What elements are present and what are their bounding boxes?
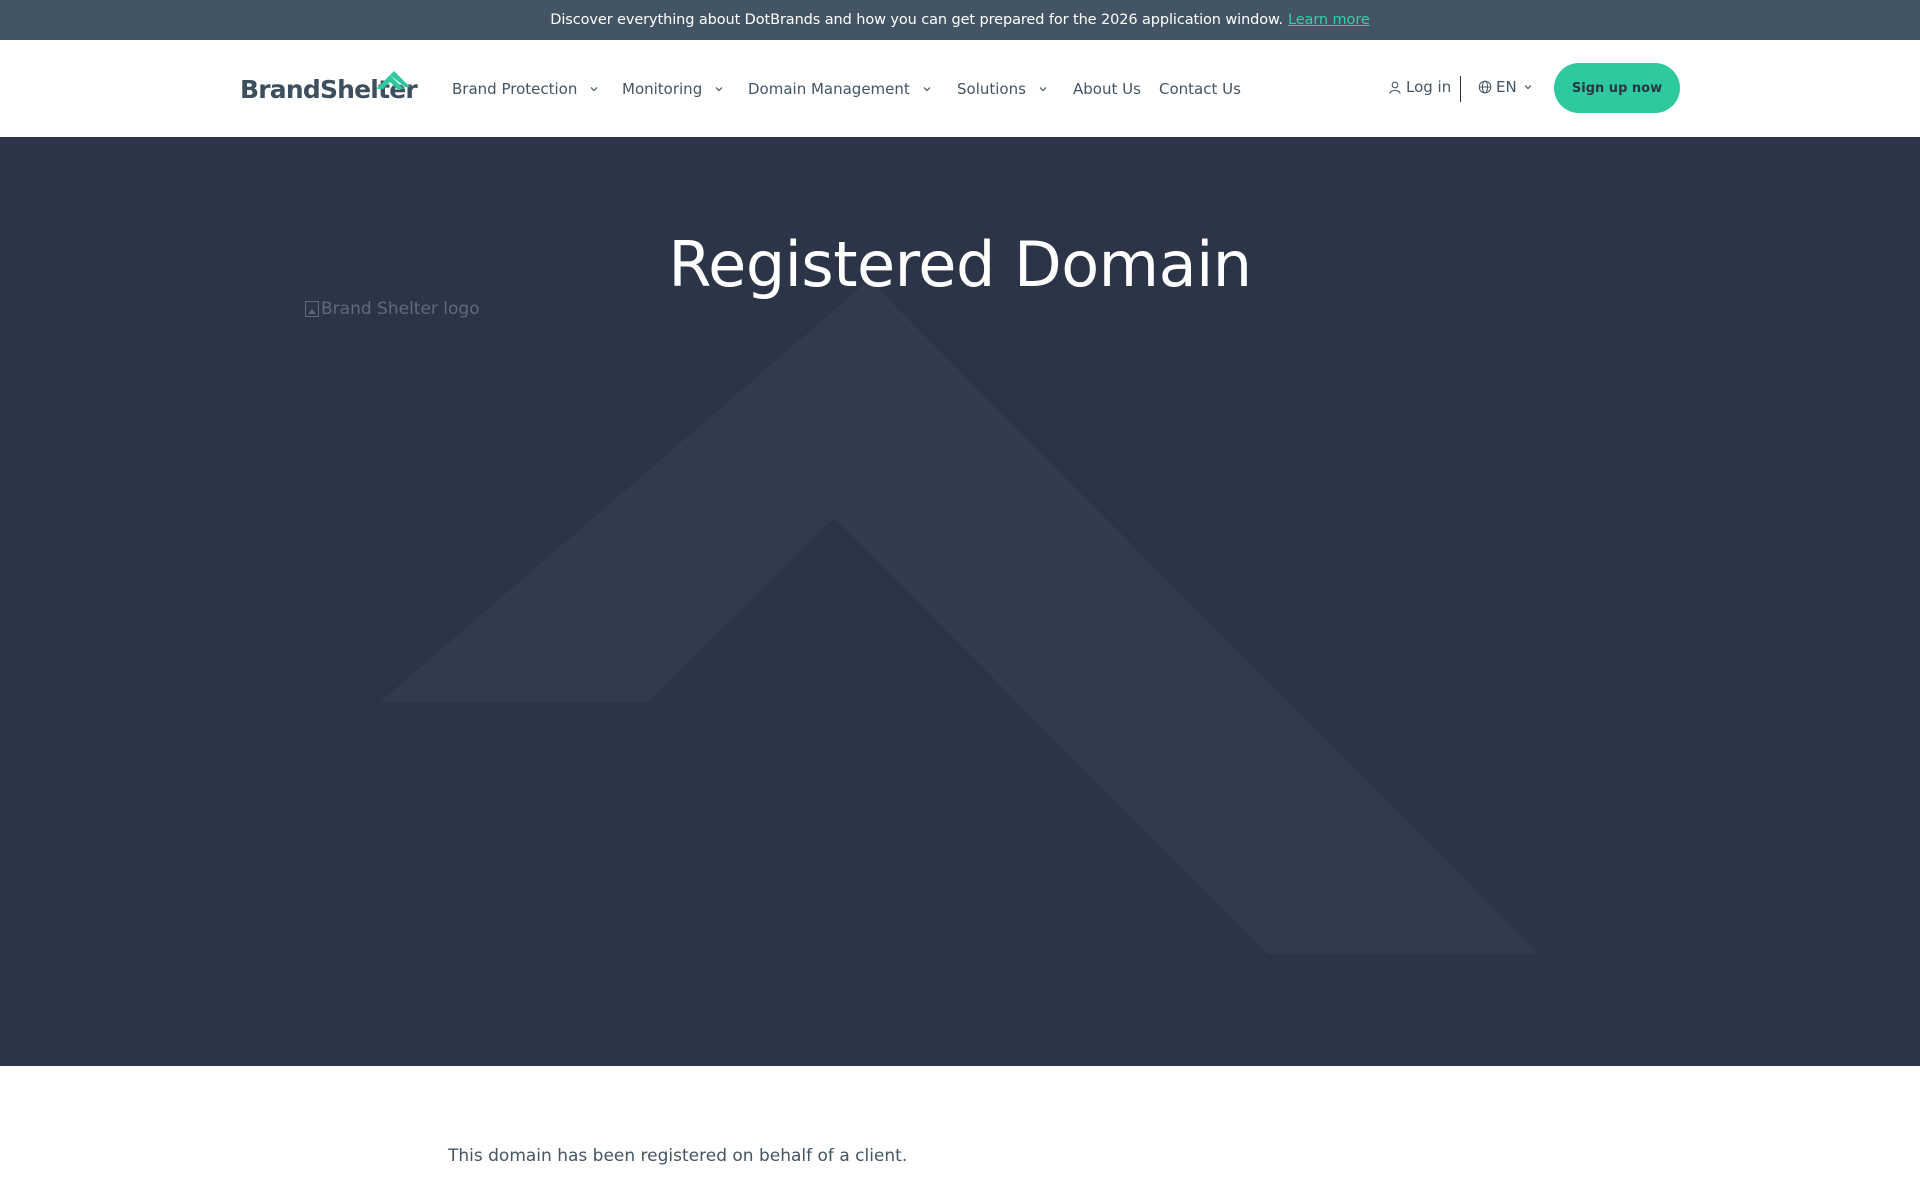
brandshelter-logo[interactable]: BrandShelter <box>240 70 418 104</box>
learn-more-link[interactable]: Learn more <box>1288 12 1370 28</box>
user-icon <box>1389 81 1401 94</box>
main-navigation: BrandShelter Brand Protection Monitoring… <box>0 40 1920 137</box>
nav-label: Domain Management <box>748 80 910 98</box>
hero-section: Registered Domain Brand Shelter logo <box>0 137 1920 1066</box>
chevron-down-icon <box>923 87 931 92</box>
registration-notice: This domain has been registered on behal… <box>448 1146 908 1166</box>
login-label: Log in <box>1406 78 1452 96</box>
chevron-down-icon <box>1524 85 1532 90</box>
header-divider <box>1460 76 1461 102</box>
language-selector[interactable]: EN <box>1478 78 1533 96</box>
globe-icon <box>1478 80 1492 94</box>
nav-label: About Us <box>1073 80 1141 98</box>
nav-domain-management[interactable]: Domain Management <box>748 78 932 100</box>
login-link[interactable]: Log in <box>1389 78 1451 96</box>
page-title: Registered Domain <box>668 228 1252 301</box>
nav-label: Monitoring <box>622 80 703 98</box>
nav-about-us[interactable]: About Us <box>1073 78 1141 100</box>
chevron-down-icon <box>590 87 598 92</box>
chevron-down-icon <box>1039 87 1047 92</box>
language-label: EN <box>1496 78 1517 96</box>
announcement-bar: Discover everything about DotBrands and … <box>0 0 1920 40</box>
nav-contact-us[interactable]: Contact Us <box>1159 78 1241 100</box>
announcement-text: Discover everything about DotBrands and … <box>550 12 1283 28</box>
nav-label: Contact Us <box>1159 80 1241 98</box>
sign-up-button[interactable]: Sign up now <box>1554 63 1680 113</box>
nav-label: Solutions <box>957 80 1026 98</box>
chevron-down-icon <box>715 87 723 92</box>
broken-image-icon <box>305 301 319 317</box>
nav-brand-protection[interactable]: Brand Protection <box>452 78 599 100</box>
brand-shelter-logo-image: Brand Shelter logo <box>305 299 480 319</box>
nav-solutions[interactable]: Solutions <box>957 78 1048 100</box>
image-alt-text: Brand Shelter logo <box>321 299 480 319</box>
nav-label: Brand Protection <box>452 80 578 98</box>
logo-roof-icon <box>376 71 410 89</box>
nav-monitoring[interactable]: Monitoring <box>622 78 724 100</box>
